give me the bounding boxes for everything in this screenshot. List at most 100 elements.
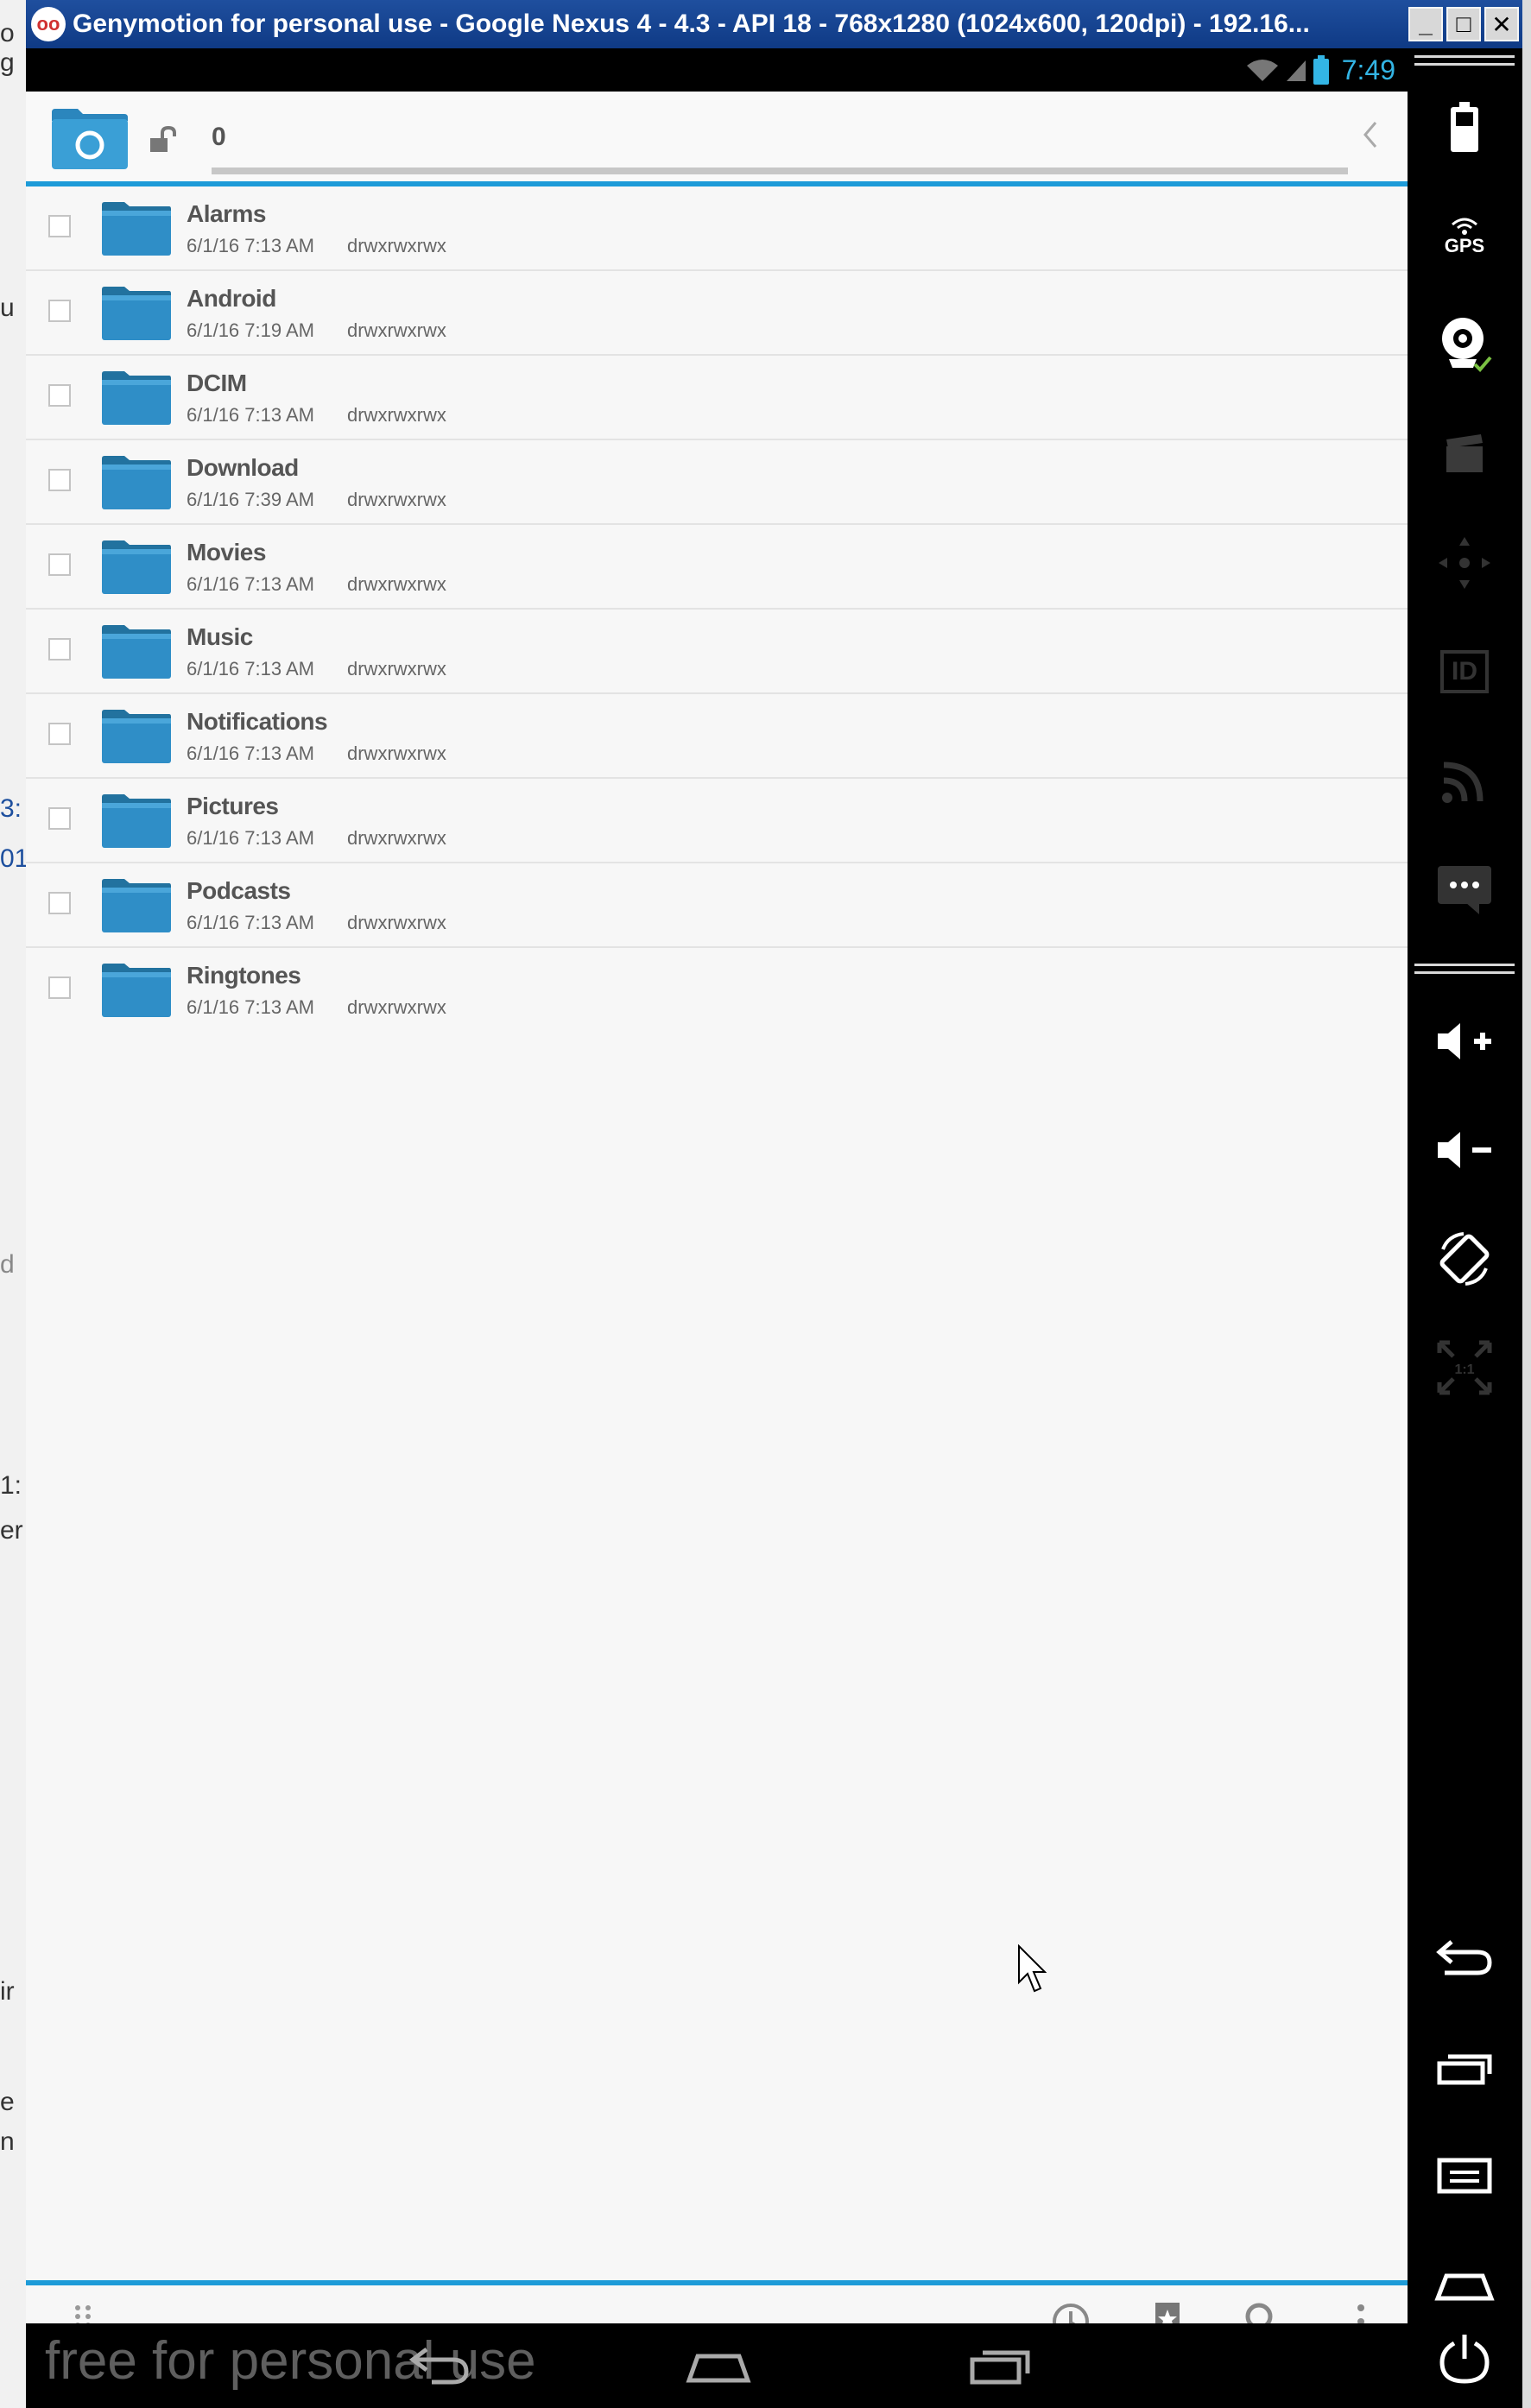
folder-icon xyxy=(102,879,171,932)
checkbox[interactable] xyxy=(48,892,71,914)
rotate-icon[interactable] xyxy=(1430,1224,1499,1293)
minimize-button[interactable]: _ xyxy=(1408,7,1443,41)
file-permissions: drwxrwxrwx xyxy=(347,319,446,341)
file-date: 6/1/16 7:13 AM xyxy=(187,404,314,426)
file-permissions: drwxrwxrwx xyxy=(347,404,446,426)
path-scroll-bar[interactable] xyxy=(212,167,1348,174)
folder-icon xyxy=(102,794,171,848)
checkbox[interactable] xyxy=(48,215,71,237)
rss-icon[interactable] xyxy=(1430,746,1499,815)
device-id-icon[interactable]: ID xyxy=(1430,637,1499,706)
file-date: 6/1/16 7:13 AM xyxy=(187,912,314,933)
file-name: Movies xyxy=(187,539,266,566)
file-name: Pictures xyxy=(187,793,279,819)
background-text: u xyxy=(0,294,15,322)
webcam-icon[interactable] xyxy=(1430,311,1499,380)
maximize-button[interactable]: □ xyxy=(1446,7,1481,41)
window-title-bar[interactable]: oo Genymotion for personal use - Google … xyxy=(26,0,1522,48)
close-button[interactable]: ✕ xyxy=(1484,7,1519,41)
file-name: Notifications xyxy=(187,708,328,735)
sms-icon[interactable] xyxy=(1430,855,1499,924)
checkbox[interactable] xyxy=(48,384,71,407)
list-item[interactable]: Download 6/1/16 7:39 AM drwxrwxrwx xyxy=(26,440,1408,525)
recent-apps-icon[interactable] xyxy=(969,2344,1033,2387)
list-item[interactable]: Pictures 6/1/16 7:13 AM drwxrwxrwx xyxy=(26,779,1408,863)
menu-icon[interactable] xyxy=(1430,2141,1499,2210)
checkbox[interactable] xyxy=(48,807,71,830)
folder-icon xyxy=(102,371,171,425)
android-nav-bar: free for personal use xyxy=(26,2323,1408,2408)
emulator-device: 7:49 0 Alarms 6/1/16 7:13 AM drwxrwxrwx … xyxy=(26,48,1522,2408)
screencast-icon[interactable] xyxy=(1430,420,1499,489)
file-permissions: drwxrwxrwx xyxy=(347,573,446,595)
checkbox[interactable] xyxy=(48,976,71,999)
file-name: Android xyxy=(187,285,276,312)
file-permissions: drwxrwxrwx xyxy=(347,743,446,764)
file-permissions: drwxrwxrwx xyxy=(347,235,446,256)
list-item[interactable]: Music 6/1/16 7:13 AM drwxrwxrwx xyxy=(26,610,1408,694)
file-name: Music xyxy=(187,623,253,650)
list-item[interactable]: Alarms 6/1/16 7:13 AM drwxrwxrwx xyxy=(26,186,1408,271)
folder-icon xyxy=(102,625,171,679)
file-permissions: drwxrwxrwx xyxy=(347,996,446,1018)
current-path[interactable]: 0 xyxy=(212,123,226,152)
background-window-strip: o g u 3: 01 d 1: er ir e n xyxy=(0,0,27,2408)
home-icon[interactable] xyxy=(1430,2250,1499,2319)
chevron-left-icon[interactable] xyxy=(1360,117,1381,152)
file-date: 6/1/16 7:39 AM xyxy=(187,489,314,510)
list-item[interactable]: Notifications 6/1/16 7:13 AM drwxrwxrwx xyxy=(26,694,1408,779)
checkbox[interactable] xyxy=(48,300,71,322)
folder-icon xyxy=(102,540,171,594)
file-date: 6/1/16 7:13 AM xyxy=(187,573,314,595)
list-item[interactable]: Podcasts 6/1/16 7:13 AM drwxrwxrwx xyxy=(26,863,1408,948)
file-permissions: drwxrwxrwx xyxy=(347,489,446,510)
list-item[interactable]: Movies 6/1/16 7:13 AM drwxrwxrwx xyxy=(26,525,1408,610)
checkbox[interactable] xyxy=(48,723,71,745)
unlock-icon[interactable] xyxy=(149,126,178,155)
folder-icon xyxy=(102,710,171,763)
mouse-cursor-icon xyxy=(1018,1944,1047,1993)
back-icon[interactable] xyxy=(1430,1924,1499,1993)
home-folder-icon[interactable] xyxy=(50,107,130,171)
folder-icon xyxy=(102,456,171,509)
divider xyxy=(1414,964,1515,974)
file-permissions: drwxrwxrwx xyxy=(347,912,446,933)
file-date: 6/1/16 7:13 AM xyxy=(187,235,314,256)
wifi-icon xyxy=(1246,60,1278,81)
background-text: er xyxy=(0,1516,23,1545)
file-manager-app: 0 Alarms 6/1/16 7:13 AM drwxrwxrwx Andro… xyxy=(26,92,1408,2370)
power-icon[interactable] xyxy=(1430,2324,1499,2393)
gps-label: GPS xyxy=(1444,235,1485,256)
move-icon[interactable] xyxy=(1430,528,1499,597)
checkbox[interactable] xyxy=(48,469,71,491)
home-icon[interactable] xyxy=(684,2344,753,2387)
path-header: 0 xyxy=(26,92,1408,186)
list-item[interactable]: Ringtones 6/1/16 7:13 AM drwxrwxrwx xyxy=(26,948,1408,1033)
divider xyxy=(1414,55,1515,66)
file-date: 6/1/16 7:13 AM xyxy=(187,658,314,679)
file-date: 6/1/16 7:19 AM xyxy=(187,319,314,341)
volume-up-icon[interactable] xyxy=(1430,1007,1499,1076)
file-name: Ringtones xyxy=(187,962,301,989)
checkbox[interactable] xyxy=(48,553,71,576)
gps-icon[interactable]: GPS xyxy=(1430,202,1499,271)
recent-apps-icon[interactable] xyxy=(1430,2032,1499,2101)
back-icon[interactable] xyxy=(406,2344,471,2387)
checkbox[interactable] xyxy=(48,638,71,660)
battery-icon[interactable] xyxy=(1430,93,1499,162)
background-text: ir xyxy=(0,1977,15,2006)
status-bar: 7:49 xyxy=(26,48,1408,92)
file-date: 6/1/16 7:13 AM xyxy=(187,743,314,764)
file-permissions: drwxrwxrwx xyxy=(347,658,446,679)
background-text: 01 xyxy=(0,844,27,873)
battery-icon xyxy=(1313,55,1329,85)
file-permissions: drwxrwxrwx xyxy=(347,827,446,849)
folder-icon xyxy=(102,287,171,340)
android-screen: 7:49 0 Alarms 6/1/16 7:13 AM drwxrwxrwx … xyxy=(26,48,1408,2408)
file-date: 6/1/16 7:13 AM xyxy=(187,827,314,849)
folder-icon xyxy=(102,202,171,256)
list-item[interactable]: Android 6/1/16 7:19 AM drwxrwxrwx xyxy=(26,271,1408,356)
pixel-perfect-icon[interactable]: 1:1 xyxy=(1430,1333,1499,1402)
volume-down-icon[interactable] xyxy=(1430,1116,1499,1185)
list-item[interactable]: DCIM 6/1/16 7:13 AM drwxrwxrwx xyxy=(26,356,1408,440)
